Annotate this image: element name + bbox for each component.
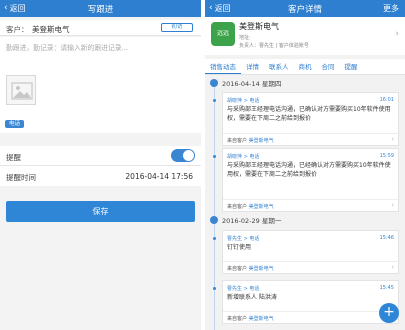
remind-time-label: 提醒时间 [6, 173, 36, 182]
left-navbar: ‹ 返回 写跟进 [0, 0, 201, 17]
entry-source[interactable]: 来自客户 美登斯电气 › [223, 199, 398, 211]
content-placeholder: 勤跟进，勤记录：请输入新的跟进记录... [6, 44, 129, 52]
stage-badge[interactable]: 初访 [161, 23, 193, 32]
list-item[interactable]: 胡晓萍 > 电话 15:59 与采购部王经理电话沟通，已经确认对方需要购买10年… [222, 148, 399, 212]
left-page-title: 写跟进 [87, 5, 114, 15]
image-icon [11, 82, 33, 100]
list-item[interactable]: 曹先生 > 电话 15:45 新增联系人 陆洪涛 来自客户 美登斯电气 › [222, 280, 399, 324]
right-navbar: ‹ 返回 客户详情 更多 [205, 0, 405, 17]
write-followup-screen: ‹ 返回 写跟进 客户： 美登斯电气 初访 勤跟进，勤记录：请输入新的跟进记录.… [0, 0, 201, 330]
entry-source[interactable]: 来自客户 美登斯电气 › [223, 261, 398, 273]
list-item[interactable]: 曹先生 > 电话 15:46 钉钉使用 来自客户 美登斯电气 › [222, 230, 399, 274]
tab-contacts[interactable]: 联系人 [264, 59, 294, 74]
list-item[interactable]: 胡晓萍 > 电话 16:01 与采购部王经理电话沟通，已确认对方需要购买10年软… [222, 92, 399, 146]
date-dot [210, 216, 218, 224]
tab-sales-activity[interactable]: 销售动态 [205, 59, 241, 74]
date-dot [210, 79, 218, 87]
right-page-title: 客户详情 [287, 5, 322, 15]
remind-toggle[interactable] [171, 149, 195, 162]
tab-opportunities[interactable]: 商机 [294, 59, 317, 74]
save-button[interactable]: 保存 [6, 201, 195, 222]
tab-reminders[interactable]: 提醒 [340, 59, 363, 74]
remind-time-value: 2016-04-14 17:56 [125, 172, 193, 181]
customer-owner: 负责人：曹先生 | 客户体验账号 [239, 43, 309, 49]
customer-label: 客户： [6, 25, 29, 34]
add-activity-button[interactable]: + [379, 303, 399, 323]
chevron-right-icon: › [391, 201, 394, 209]
chevron-right-icon: › [391, 263, 394, 271]
customer-address: 地址: [239, 35, 251, 41]
entry-dot [213, 237, 216, 240]
toggle-knob [183, 150, 194, 161]
tag-row: 电话 [0, 117, 201, 133]
entry-dot [213, 287, 216, 290]
timeline-line [214, 79, 215, 330]
followup-content-input[interactable]: 勤跟进，勤记录：请输入新的跟进记录... [0, 37, 201, 117]
customer-name: 美登斯电气 [32, 25, 70, 34]
customer-name: 美登斯电气 [239, 22, 279, 31]
customer-row[interactable]: 客户： 美登斯电气 初访 [0, 20, 201, 36]
customer-detail-screen: ‹ 返回 客户详情 更多 远远 美登斯电气 地址: 负责人：曹先生 | 客户体验… [205, 0, 405, 330]
entry-dot [213, 155, 216, 158]
entry-dot [213, 99, 216, 102]
avatar: 远远 [211, 22, 235, 46]
entry-source[interactable]: 来自客户 美登斯电气 › [223, 133, 398, 145]
add-photo-button[interactable] [6, 75, 36, 105]
remind-time-row[interactable]: 提醒时间 2016-04-14 17:56 [0, 166, 201, 186]
activity-timeline: 2016-04-14 星期四 胡晓萍 > 电话 16:01 与采购部王经理电话沟… [205, 75, 405, 330]
customer-header[interactable]: 远远 美登斯电气 地址: 负责人：曹先生 | 客户体验账号 › [205, 17, 405, 55]
phone-tag[interactable]: 电话 [5, 120, 25, 128]
more-button[interactable]: 更多 [383, 3, 399, 14]
remind-label: 提醒 [6, 153, 21, 162]
chevron-right-icon: › [391, 135, 394, 143]
tab-details[interactable]: 详情 [241, 59, 264, 74]
remind-row: 提醒 [0, 146, 201, 166]
tab-contracts[interactable]: 合同 [317, 59, 340, 74]
tab-bar: 销售动态 详情 联系人 商机 合同 提醒 [205, 59, 405, 75]
chevron-right-icon: › [395, 29, 399, 39]
entry-source[interactable]: 来自客户 美登斯电气 › [223, 311, 398, 323]
